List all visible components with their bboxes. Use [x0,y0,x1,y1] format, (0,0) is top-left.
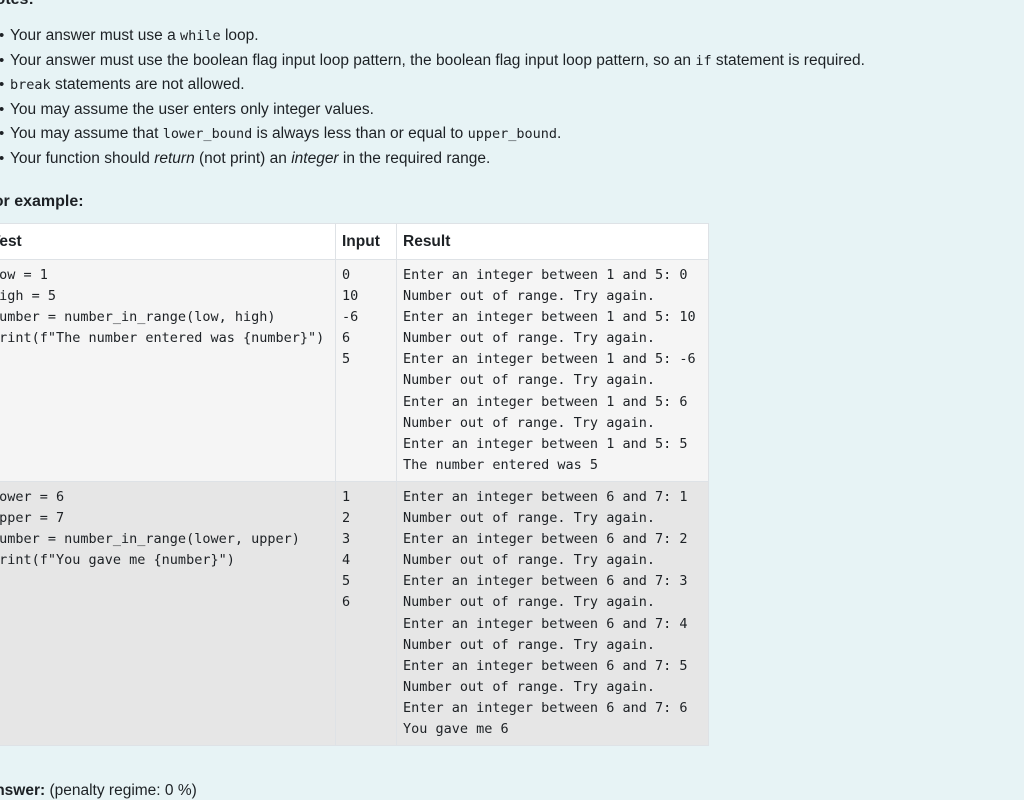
table-row: lower = 6 upper = 7 number = number_in_r… [0,480,709,747]
emphasis-text: integer [291,149,339,167]
note-text: is always less than or equal to [252,125,468,142]
inline-code: upper_bound [467,126,557,142]
answer-label: Answer: [0,782,46,800]
note-item: • break statements are not allowed. [0,73,1024,98]
header-input: Input [335,223,397,260]
emphasis-text: return [154,149,195,167]
test-input: 0 10 -6 6 5 [335,259,397,482]
note-text: Your answer must use a [10,27,181,44]
penalty-regime: (penalty regime: 0 %) [49,782,197,800]
bullet-icon: • [0,73,4,98]
bullet-icon: • [0,24,4,49]
example-heading: For example: [0,193,84,210]
header-result: Result [396,223,709,260]
note-text: statements are not allowed. [50,76,245,93]
bullet-icon: • [0,49,4,74]
notes-heading: Notes: [0,0,1024,10]
bullet-icon: • [0,122,4,147]
note-text: You may assume the user enters only inte… [10,100,374,118]
test-input: 1 2 3 4 5 6 [335,480,397,747]
note-item: • You may assume the user enters only int… [0,98,1024,123]
note-item: • You may assume that lower_bound is alwa… [0,122,1024,147]
test-code: low = 1 high = 5 number = number_in_rang… [0,259,336,482]
note-text: Your function should [10,149,155,167]
bullet-icon: • [0,98,4,123]
inline-code: lower_bound [162,126,253,142]
note-item: • Your function should return (not print)… [0,147,1024,172]
note-text: Your answer must use the boolean flag in… [10,51,696,69]
test-result: Enter an integer between 1 and 5: 0 Numb… [396,259,709,482]
note-text: loop. [220,27,259,44]
table-row: low = 1 high = 5 number = number_in_rang… [0,259,709,482]
test-result: Enter an integer between 6 and 7: 1 Numb… [396,480,709,747]
note-text: in the required range. [338,149,491,167]
question-content: Notes: • Your answer must use a while loo… [0,0,1024,800]
inline-code: while [180,28,221,44]
inline-code: if [695,52,712,69]
test-code: lower = 6 upper = 7 number = number_in_r… [0,480,336,747]
note-text: (not print) an [194,149,292,167]
answer-line: Answer: (penalty regime: 0 %) [0,782,1024,800]
note-text: You may assume that [10,125,163,142]
examples-header-row: Test Input Result [0,223,709,260]
note-item: • Your answer must use a while loop. [0,24,1024,49]
note-item: • Your answer must use the boolean flag i… [0,49,1024,74]
note-text: . [557,125,562,142]
notes-list: • Your answer must use a while loop. • Your… [0,24,1024,171]
bullet-icon: • [0,147,4,172]
inline-code: break [10,77,51,93]
header-test: Test [0,223,336,260]
note-text: statement is required. [711,51,865,69]
examples-table: Test Input Result low = 1 high = 5 numbe… [0,223,709,747]
